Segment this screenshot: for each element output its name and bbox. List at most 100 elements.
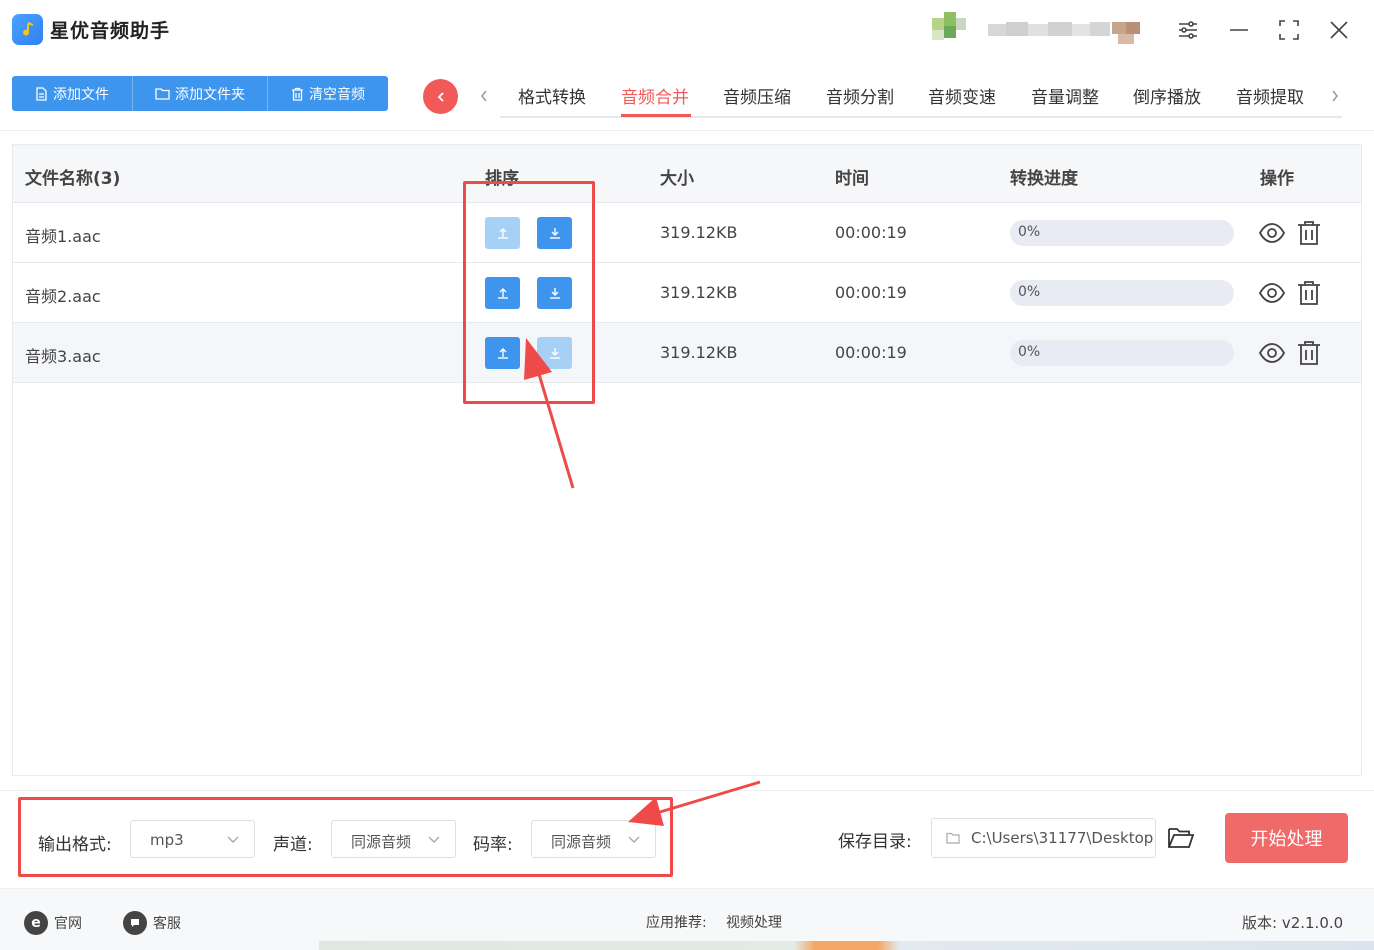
maximize-icon[interactable]	[1278, 19, 1300, 41]
chevron-left-icon	[437, 91, 444, 102]
preview-eye-icon[interactable]	[1258, 219, 1286, 247]
website-label: 官网	[54, 916, 82, 932]
user-avatar[interactable]	[932, 12, 1147, 48]
recommend-video-link[interactable]: 视频处理	[726, 912, 782, 932]
channel-select[interactable]: 同源音频	[331, 820, 456, 858]
divider	[0, 130, 1374, 131]
start-processing-button[interactable]: 开始处理	[1225, 813, 1348, 863]
arrow-down-icon	[549, 348, 560, 359]
chevron-down-icon	[428, 836, 440, 843]
delete-trash-icon[interactable]	[1295, 279, 1323, 307]
app-title: 星优音频助手	[50, 20, 171, 42]
file-name: 音频3.aac	[25, 347, 101, 366]
table-row[interactable]: 音频1.aac 319.12KB 00:00:19 0%	[13, 203, 1361, 263]
file-table: 文件名称(3) 排序 大小 时间 转换进度 操作 音频1.aac 319.12K…	[12, 144, 1362, 776]
feature-tabs: 格式转换 音频合并 音频压缩 音频分割 音频变速 音量调整 倒序播放 音频提取	[500, 76, 1342, 118]
move-down-button	[537, 337, 572, 369]
file-size: 319.12KB	[660, 343, 738, 362]
bitrate-label: 码率:	[473, 835, 513, 855]
header-progress: 转换进度	[1010, 169, 1078, 189]
move-up-button[interactable]	[485, 277, 520, 309]
close-icon[interactable]	[1328, 19, 1350, 41]
taskbar-strip	[319, 941, 1374, 950]
clear-audio-button[interactable]: 清空音频	[268, 76, 388, 111]
arrow-up-icon	[497, 228, 508, 239]
delete-trash-icon[interactable]	[1295, 339, 1323, 367]
tab-audio-speed[interactable]: 音频变速	[928, 83, 996, 108]
move-up-button[interactable]	[485, 337, 520, 369]
app-logo-icon	[12, 14, 43, 45]
file-toolbar: 添加文件 添加文件夹 清空音频	[12, 76, 388, 111]
channel-value: 同源音频	[351, 833, 412, 851]
tab-volume-adjust[interactable]: 音量调整	[1031, 83, 1099, 108]
chevron-down-icon	[628, 836, 640, 843]
bitrate-select[interactable]: 同源音频	[531, 820, 656, 858]
clear-audio-label: 清空音频	[309, 86, 365, 103]
back-button[interactable]	[423, 79, 458, 114]
preview-eye-icon[interactable]	[1258, 339, 1286, 367]
file-duration: 00:00:19	[835, 223, 907, 242]
support-label: 客服	[153, 916, 181, 932]
recommend-label: 应用推荐:	[646, 915, 707, 931]
delete-trash-icon[interactable]	[1295, 219, 1323, 247]
table-header: 文件名称(3) 排序 大小 时间 转换进度 操作	[13, 145, 1361, 203]
support-link[interactable]: 客服	[123, 911, 181, 935]
file-duration: 00:00:19	[835, 283, 907, 302]
open-folder-icon[interactable]	[1167, 825, 1195, 851]
channel-label: 声道:	[273, 835, 313, 855]
header-size: 大小	[660, 169, 694, 189]
arrow-up-icon	[497, 348, 508, 359]
trash-icon	[292, 87, 303, 101]
header-time: 时间	[835, 169, 869, 189]
file-size: 319.12KB	[660, 283, 738, 302]
add-file-label: 添加文件	[53, 86, 109, 103]
tabs-scroll-left-icon[interactable]	[477, 84, 491, 108]
header-operations: 操作	[1260, 169, 1294, 189]
chat-bubble-icon	[123, 911, 147, 935]
add-folder-button[interactable]: 添加文件夹	[133, 76, 268, 111]
tab-audio-merge[interactable]: 音频合并	[621, 83, 689, 108]
tabs-scroll-right-icon[interactable]	[1328, 84, 1342, 108]
file-name: 音频1.aac	[25, 227, 101, 246]
add-file-button[interactable]: 添加文件	[12, 76, 133, 111]
progress-text: 0%	[1018, 344, 1041, 360]
file-duration: 00:00:19	[835, 343, 907, 362]
table-row[interactable]: 音频3.aac 319.12KB 00:00:19 0%	[13, 323, 1361, 383]
settings-sliders-icon[interactable]	[1177, 19, 1199, 41]
tab-audio-extract[interactable]: 音频提取	[1236, 83, 1304, 108]
tab-audio-split[interactable]: 音频分割	[826, 83, 894, 108]
progress-text: 0%	[1018, 224, 1041, 240]
save-dir-value: C:\Users\31177\Desktop	[971, 829, 1154, 847]
chevron-down-icon	[227, 836, 239, 843]
active-tab-indicator	[621, 114, 691, 117]
move-down-button[interactable]	[537, 277, 572, 309]
progress-bar: 0%	[1010, 280, 1234, 306]
title-bar: 星优音频助手	[0, 0, 1374, 62]
arrow-down-icon	[549, 228, 560, 239]
version-text: 版本: v2.1.0.0	[1242, 914, 1344, 932]
progress-bar: 0%	[1010, 220, 1234, 246]
file-icon	[36, 86, 47, 101]
move-up-button	[485, 217, 520, 249]
file-size: 319.12KB	[660, 223, 738, 242]
folder-small-icon	[946, 832, 960, 844]
arrow-down-icon	[549, 288, 560, 299]
tab-audio-compress[interactable]: 音频压缩	[723, 83, 791, 108]
tab-reverse-play[interactable]: 倒序播放	[1133, 83, 1201, 108]
arrow-up-icon	[497, 288, 508, 299]
save-dir-label: 保存目录:	[838, 832, 912, 852]
move-down-button[interactable]	[537, 217, 572, 249]
progress-bar: 0%	[1010, 340, 1234, 366]
save-dir-input[interactable]: C:\Users\31177\Desktop	[931, 818, 1156, 858]
table-row[interactable]: 音频2.aac 319.12KB 00:00:19 0%	[13, 263, 1361, 323]
output-format-select[interactable]: mp3	[130, 820, 255, 858]
footer: e 官网 客服 应用推荐: 视频处理 版本: v2.1.0.0	[0, 888, 1374, 950]
website-link[interactable]: e 官网	[24, 911, 82, 935]
preview-eye-icon[interactable]	[1258, 279, 1286, 307]
output-format-value: mp3	[150, 831, 184, 849]
file-name: 音频2.aac	[25, 287, 101, 306]
output-format-label: 输出格式:	[38, 835, 112, 855]
minimize-icon[interactable]	[1228, 19, 1250, 41]
add-folder-label: 添加文件夹	[175, 86, 245, 103]
tab-format-convert[interactable]: 格式转换	[518, 83, 586, 108]
